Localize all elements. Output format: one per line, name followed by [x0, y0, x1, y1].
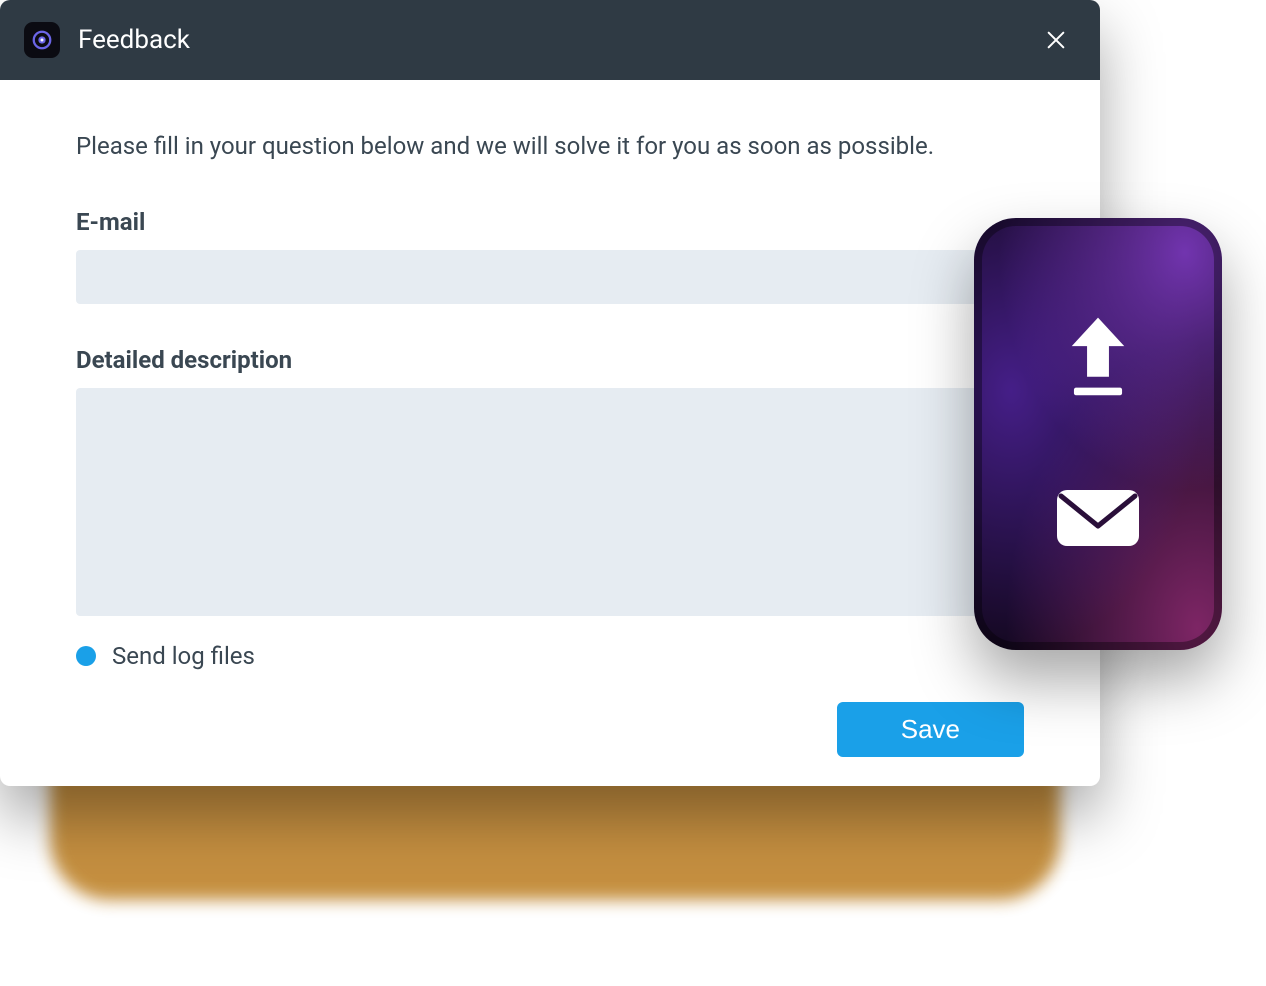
upload-icon: [1063, 312, 1133, 402]
save-button[interactable]: Save: [837, 702, 1024, 757]
window-title: Feedback: [78, 25, 190, 55]
titlebar: Feedback: [0, 0, 1100, 80]
side-action-card: [974, 218, 1222, 650]
intro-text: Please fill in your question below and w…: [76, 130, 1024, 164]
titlebar-left-group: Feedback: [24, 22, 190, 58]
button-row: Save: [76, 702, 1024, 757]
upload-button[interactable]: [1063, 312, 1133, 406]
app-target-icon: [24, 22, 60, 58]
close-icon: [1045, 29, 1067, 51]
email-field[interactable]: [76, 250, 1024, 304]
description-field[interactable]: [76, 388, 1024, 616]
form-content: Please fill in your question below and w…: [0, 80, 1100, 786]
close-button[interactable]: [1036, 20, 1076, 60]
description-label: Detailed description: [76, 346, 1024, 374]
feedback-window: Feedback Please fill in your question be…: [0, 0, 1100, 786]
send-logs-row[interactable]: Send log files: [76, 642, 1024, 670]
email-label: E-mail: [76, 208, 1024, 236]
send-logs-label: Send log files: [112, 642, 255, 670]
mail-button[interactable]: [1055, 483, 1141, 557]
checkbox-dot-icon: [76, 646, 96, 666]
mail-icon: [1055, 483, 1141, 553]
